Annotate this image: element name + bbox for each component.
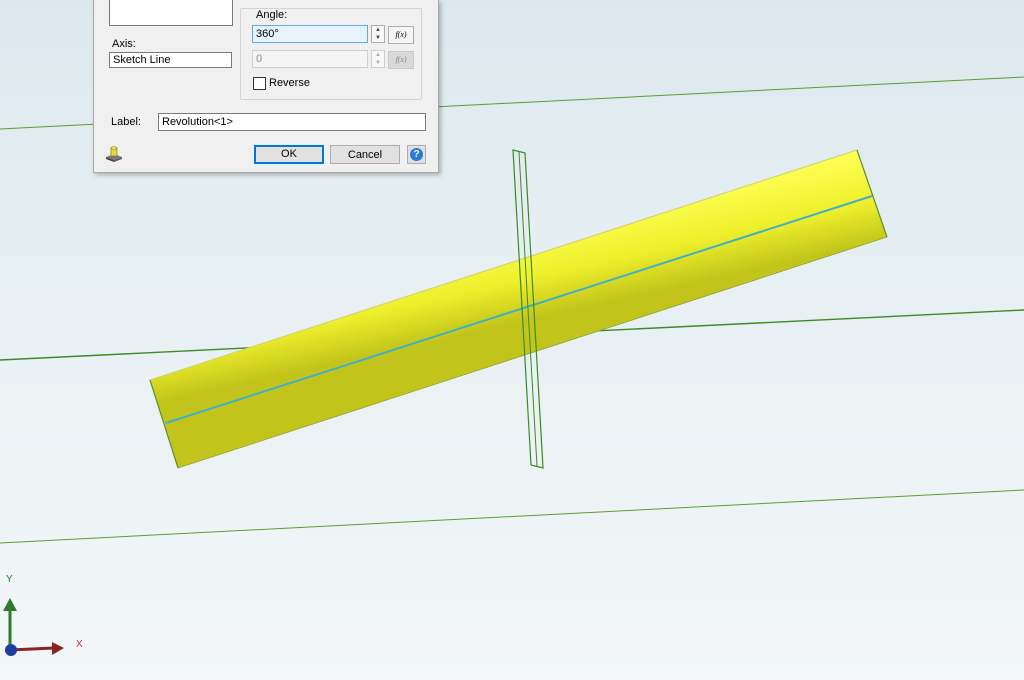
triad-x-arrowhead (52, 642, 64, 655)
revolution-axis-line[interactable] (165, 195, 873, 424)
triad-y-arrowhead (3, 598, 17, 611)
spin-up-icon[interactable]: ▲ (372, 51, 384, 59)
triad-y-label: Y (6, 574, 13, 585)
label-input[interactable]: Revolution<1> (158, 113, 426, 131)
help-icon: ? (410, 148, 423, 161)
second-angle-spinner[interactable]: ▲ ▼ (371, 50, 385, 68)
angle-spinner[interactable]: ▲ ▼ (371, 25, 385, 43)
label-caption: Label: (111, 116, 141, 128)
cancel-button[interactable]: Cancel (330, 145, 400, 164)
reverse-label: Reverse (269, 77, 310, 89)
profile-preview-box (109, 0, 233, 26)
spin-down-icon[interactable]: ▼ (372, 34, 384, 42)
reverse-checkbox[interactable] (253, 77, 266, 90)
axis-label: Axis: (112, 38, 136, 50)
revolution-dialog: Axis: Sketch Line Angle: 360° ▲ ▼ f(x) 0… (93, 0, 439, 173)
angle-group-title: Angle: (255, 9, 289, 21)
axis-field[interactable]: Sketch Line (109, 52, 232, 68)
angle-input[interactable]: 360° (252, 25, 368, 43)
second-angle-formula-button[interactable]: f(x) (388, 51, 414, 69)
triad-x-label: X (76, 639, 83, 650)
sketch-line-bottom (0, 489, 1024, 544)
ok-button[interactable]: OK (254, 145, 324, 164)
spin-up-icon[interactable]: ▲ (372, 26, 384, 34)
triad-origin (5, 644, 17, 656)
part-icon[interactable] (104, 145, 124, 163)
help-button[interactable]: ? (407, 145, 426, 164)
spin-down-icon[interactable]: ▼ (372, 59, 384, 67)
coordinate-triad: Y X (3, 574, 83, 656)
angle-formula-button[interactable]: f(x) (388, 26, 414, 44)
second-angle-input[interactable]: 0 (252, 50, 368, 68)
